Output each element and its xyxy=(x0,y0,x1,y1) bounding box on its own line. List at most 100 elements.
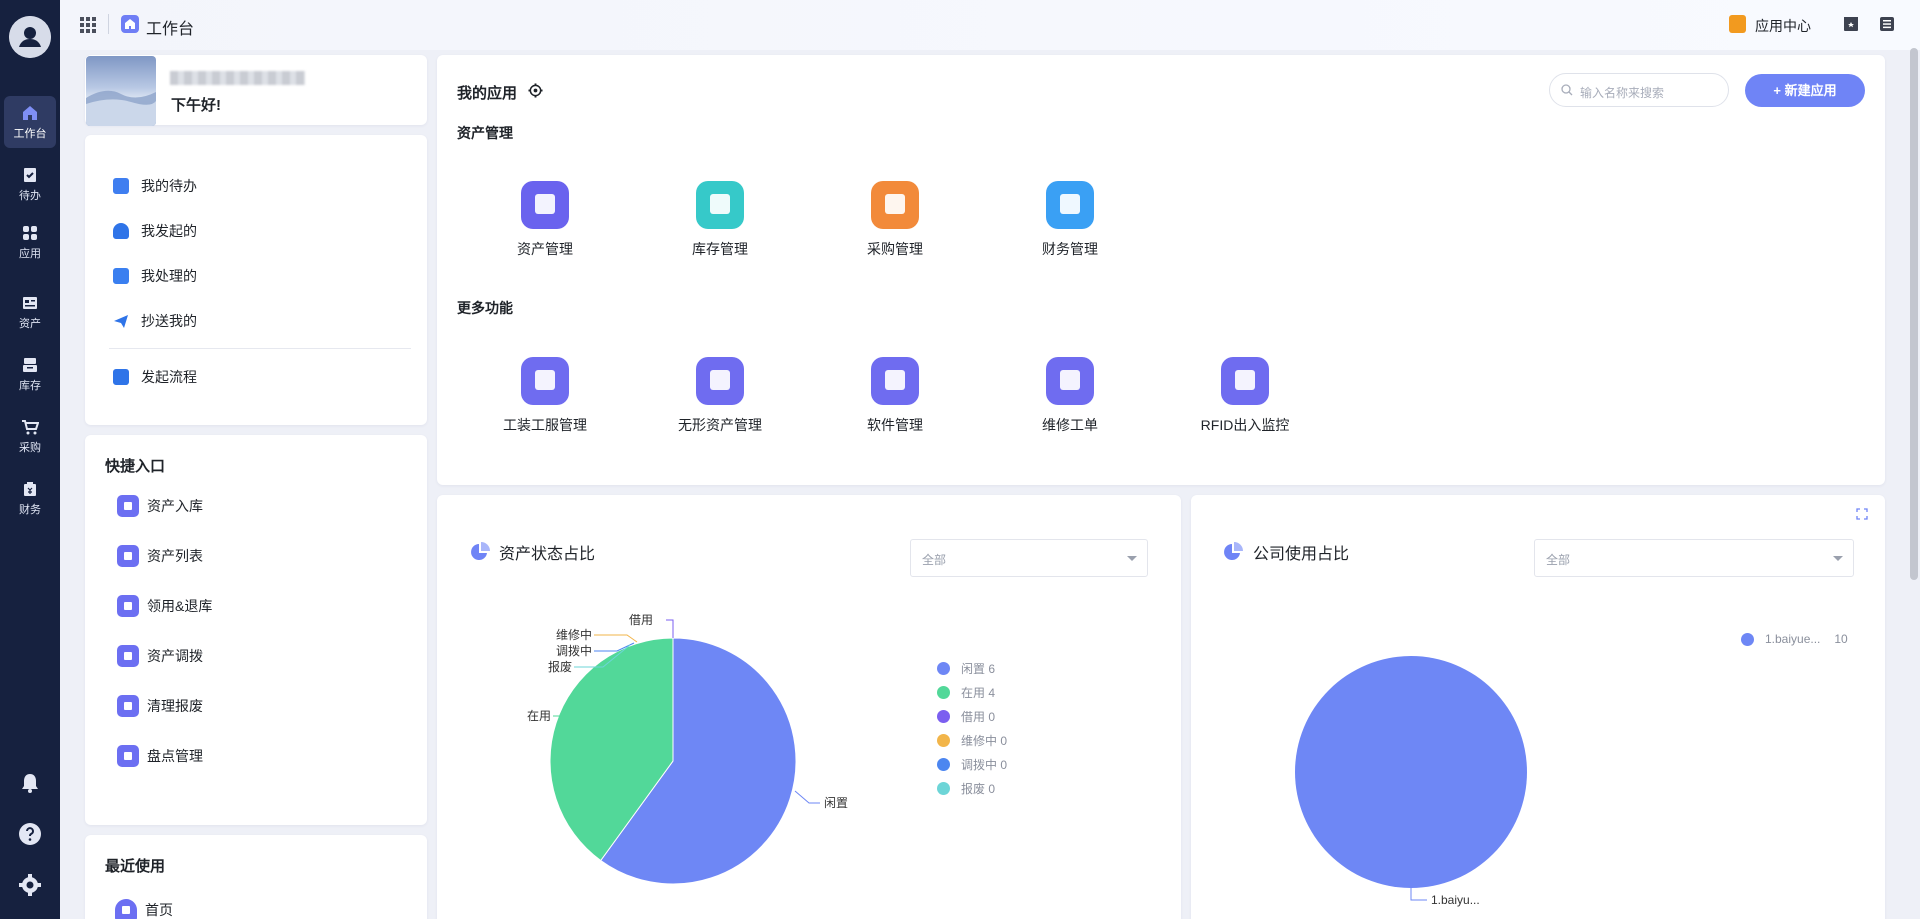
legend-dot xyxy=(937,662,950,675)
app-asset-management[interactable]: 资产管理 xyxy=(485,181,605,259)
greeting-text: 下午好! xyxy=(171,97,221,114)
scrap-icon xyxy=(117,695,139,717)
topbar-divider xyxy=(108,14,109,34)
callout-line xyxy=(666,619,674,638)
legend-label: 维修中 0 xyxy=(961,734,1008,748)
quick-item[interactable]: 资产入库 xyxy=(117,495,203,517)
favorite-box-icon[interactable] xyxy=(1843,16,1859,32)
rail-item-apps[interactable]: 应用 xyxy=(4,216,56,268)
quick-item[interactable]: 资产列表 xyxy=(117,545,203,567)
slice-callout-label: 维修中 xyxy=(556,627,592,642)
rail-label: 采购 xyxy=(19,442,41,454)
legend-item[interactable]: 借用 0 xyxy=(937,708,995,725)
app-label: 软件管理 xyxy=(867,417,923,433)
home-icon xyxy=(121,15,139,33)
legend-item[interactable]: 闲置 6 xyxy=(937,660,995,677)
todo-card: 我的待办 我发起的 我处理的 抄送我的 发起流程 xyxy=(85,135,427,425)
slice-callout-label: 在用 xyxy=(527,709,551,723)
rail-item-workbench[interactable]: 工作台 xyxy=(4,96,56,148)
menu-cc-me[interactable]: 抄送我的 xyxy=(113,310,197,332)
legend-label: 借用 0 xyxy=(961,710,996,724)
app-purchase-management[interactable]: 采购管理 xyxy=(835,181,955,259)
clipboard-check-icon xyxy=(24,168,36,182)
check-icon xyxy=(113,268,129,284)
menu-label: 我处理的 xyxy=(141,268,197,284)
slice-callout-label: 调拨中 xyxy=(556,643,592,658)
quick-item[interactable]: 盘点管理 xyxy=(117,745,203,767)
app-rfid-monitor[interactable]: RFID出入监控 xyxy=(1185,357,1305,435)
send-icon xyxy=(114,315,128,328)
menu-handled-by-me[interactable]: 我处理的 xyxy=(113,265,197,287)
legend-dot xyxy=(937,734,950,747)
bell-icon[interactable] xyxy=(18,771,42,795)
app-repair-orders[interactable]: 维修工单 xyxy=(1010,357,1130,435)
app-uniform-management[interactable]: 工装工服管理 xyxy=(485,357,605,435)
legend-item[interactable]: 调拨中 0 xyxy=(937,756,1007,773)
recent-item[interactable]: 首页 xyxy=(115,899,173,919)
start-flow-button[interactable]: 发起流程 xyxy=(113,366,197,388)
home-icon xyxy=(115,899,137,919)
quick-item[interactable]: 领用&退库 xyxy=(117,595,212,617)
quick-item-label: 资产列表 xyxy=(147,548,203,564)
left-rail: 工作台 待办 应用 资产 库存 采购 财务 xyxy=(0,0,60,919)
settings-icon[interactable] xyxy=(18,873,42,897)
app-search-input[interactable]: 输入名称来搜索 xyxy=(1549,73,1729,107)
app-intangible-assets[interactable]: 无形资产管理 xyxy=(660,357,780,435)
menu-label: 抄送我的 xyxy=(141,313,197,329)
rail-item-purchase[interactable]: 采购 xyxy=(4,410,56,462)
quick-item[interactable]: 资产调拨 xyxy=(117,645,203,667)
app-inventory-management[interactable]: 库存管理 xyxy=(660,181,780,259)
new-app-button[interactable]: + 新建应用 xyxy=(1745,74,1865,107)
finance-app-icon xyxy=(1046,181,1094,229)
gear-icon[interactable] xyxy=(528,83,543,98)
rail-label: 应用 xyxy=(19,248,41,260)
rail-item-inventory[interactable]: 库存 xyxy=(4,348,56,400)
legend-item[interactable]: 1.baiyue... 10 xyxy=(1741,632,1848,646)
rail-item-todo[interactable]: 待办 xyxy=(4,158,56,210)
more-section-title: 更多功能 xyxy=(457,300,513,316)
list-icon xyxy=(117,545,139,567)
profile-image xyxy=(86,56,156,126)
asset-app-icon xyxy=(521,181,569,229)
quick-item-label: 资产调拨 xyxy=(147,648,203,664)
user-avatar[interactable] xyxy=(9,16,51,58)
legend-dot xyxy=(937,782,950,795)
legend-label: 闲置 6 xyxy=(961,662,996,676)
intangible-app-icon xyxy=(696,357,744,405)
slice-callout-label: 报废 xyxy=(548,659,572,674)
menu-my-todo[interactable]: 我的待办 xyxy=(113,175,197,197)
quick-item[interactable]: 清理报废 xyxy=(117,695,203,717)
legend-item[interactable]: 报废 0 xyxy=(937,780,995,797)
company-usage-panel: 公司使用占比 全部 1.baiyu... 1.baiyue... 10 xyxy=(1191,495,1885,919)
app-center-icon xyxy=(1729,15,1746,33)
apps-icon xyxy=(23,226,37,240)
page-scrollbar[interactable] xyxy=(1910,48,1918,580)
legend-item[interactable]: 在用 4 xyxy=(937,684,995,701)
user-name-redacted xyxy=(170,71,305,85)
rail-label: 待办 xyxy=(19,190,41,202)
menu-label: 我的待办 xyxy=(141,178,197,194)
app-center-link[interactable]: 应用中心 xyxy=(1755,16,1811,36)
rail-label: 资产 xyxy=(19,318,41,330)
legend-dot xyxy=(937,710,950,723)
notes-icon[interactable] xyxy=(1879,16,1895,32)
rail-item-assets[interactable]: 资产 xyxy=(4,286,56,338)
quick-item-label: 清理报废 xyxy=(147,698,203,714)
quick-item-label: 资产入库 xyxy=(147,498,203,514)
legend-label: 报废 0 xyxy=(961,782,996,796)
app-label: 工装工服管理 xyxy=(503,417,587,433)
user-icon xyxy=(113,223,129,239)
legend-value: 10 xyxy=(1834,632,1848,646)
pie-slice-0[interactable] xyxy=(1295,656,1527,888)
legend-item[interactable]: 维修中 0 xyxy=(937,732,1007,749)
app-grid-icon[interactable] xyxy=(80,17,96,33)
transfer-icon xyxy=(117,645,139,667)
company-usage-pie-chart: 1.baiyu... xyxy=(1295,656,1527,907)
cart-app-icon xyxy=(871,181,919,229)
rail-item-finance[interactable]: 财务 xyxy=(4,472,56,524)
app-label: 采购管理 xyxy=(867,241,923,257)
help-icon[interactable] xyxy=(18,822,42,846)
app-finance-management[interactable]: 财务管理 xyxy=(1010,181,1130,259)
menu-initiated-by-me[interactable]: 我发起的 xyxy=(113,220,197,242)
app-software-management[interactable]: 软件管理 xyxy=(835,357,955,435)
